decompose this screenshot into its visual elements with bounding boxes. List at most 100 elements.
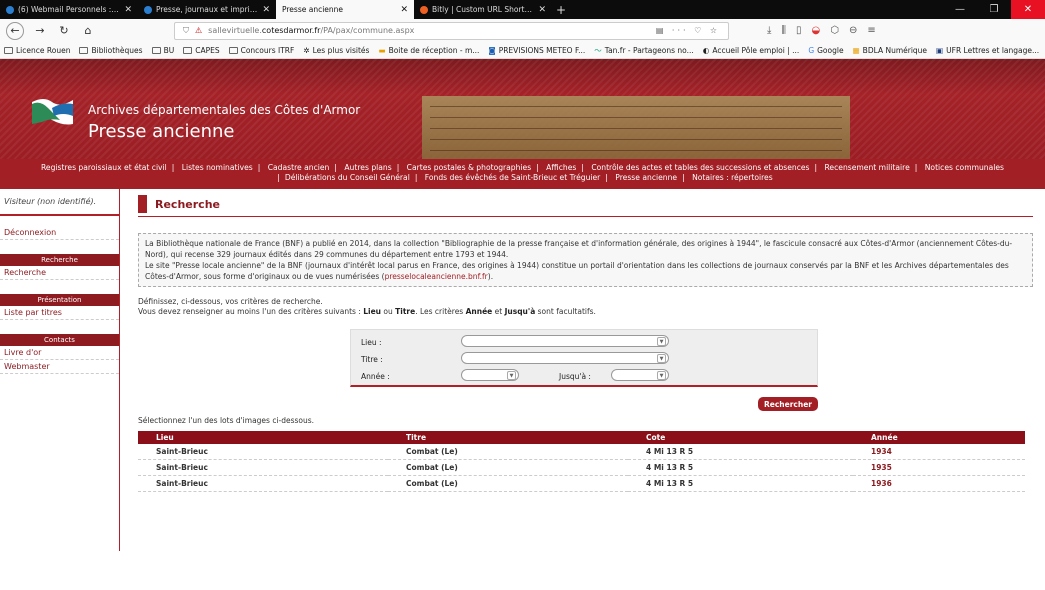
back-arrow-icon[interactable]: ← <box>6 21 24 40</box>
sidebar-heading-search: Recherche <box>0 254 119 266</box>
sidebar-logout-link[interactable]: Déconnexion <box>0 226 119 240</box>
cell-lieu: Saint-Brieuc <box>138 444 388 460</box>
titre-label: Titre : <box>361 355 383 364</box>
table-row[interactable]: Saint-Brieuc Combat (Le) 4 Mi 13 R 5 193… <box>138 475 1025 492</box>
annee-select[interactable]: ▼ <box>461 369 519 381</box>
bookmark-concours-itrf[interactable]: Concours ITRF <box>228 46 294 55</box>
nav-notices[interactable]: Notices communales <box>925 163 1004 172</box>
browser-tab-webmail[interactable]: (6) Webmail Personnels :: À lire ✕ <box>0 0 138 19</box>
annee-label: Année : <box>361 372 390 381</box>
folder-icon <box>79 46 89 54</box>
bookmark-licence-rouen[interactable]: Licence Rouen <box>4 46 70 55</box>
cell-annee-link[interactable]: 1936 <box>853 475 1025 492</box>
pocket-icon[interactable]: ◒ <box>812 25 821 36</box>
criteria-text: Définissez, ci-dessous, vos critères de … <box>138 297 1033 317</box>
sidebar-icon[interactable]: ▯ <box>796 25 802 36</box>
nav-cartes-postales[interactable]: Cartes postales & photographies <box>407 163 532 172</box>
close-tab-icon[interactable]: ✕ <box>538 5 546 15</box>
section-header: Recherche <box>138 195 1033 217</box>
bookmark-most-visited[interactable]: ✲ Les plus visités <box>303 46 369 55</box>
lieu-select[interactable]: ▼ <box>461 335 669 347</box>
maximize-icon[interactable]: ❐ <box>977 0 1011 19</box>
tab-title: Presse, journaux et imprimés num <box>156 5 258 14</box>
mail-icon: ▬ <box>378 45 386 55</box>
forward-arrow-icon[interactable]: → <box>32 24 48 37</box>
cell-cote: 4 Mi 13 R 5 <box>628 444 853 460</box>
nav-notaires[interactable]: Notaires : répertoires <box>692 173 773 182</box>
bookmark-inbox[interactable]: ▬ Boite de réception - m... <box>378 46 479 55</box>
table-header-row: Lieu Titre Cote Année <box>138 431 1025 444</box>
col-annee: Année <box>853 431 1025 444</box>
pole-emploi-icon: ◐ <box>702 45 710 55</box>
nav-fonds-eveches[interactable]: Fonds des évêchés de Saint-Brieuc et Tré… <box>425 173 601 182</box>
presse-favicon-icon <box>144 5 152 14</box>
cell-lieu: Saint-Brieuc <box>138 459 388 476</box>
nav-listes-nominatives[interactable]: Listes nominatives <box>182 163 253 172</box>
jusqua-select[interactable]: ▼ <box>611 369 669 381</box>
page-actions-icon[interactable]: ▤ ··· ♡ ☆ <box>656 26 720 35</box>
nav-controle-actes[interactable]: Contrôle des actes et tables des success… <box>591 163 809 172</box>
site-subtitle: Presse ancienne <box>88 121 235 142</box>
browser-tab-presse[interactable]: Presse, journaux et imprimés num ✕ <box>138 0 276 19</box>
titre-select[interactable]: ▼ <box>461 352 669 364</box>
window-controls: — ❐ ✕ <box>943 0 1045 19</box>
menu-icon[interactable]: ≡ <box>867 25 875 36</box>
browser-tab-bar: (6) Webmail Personnels :: À lire ✕ Press… <box>0 0 1045 19</box>
bdla-icon: ▦ <box>852 45 860 55</box>
bookmark-pole-emploi[interactable]: ◐ Accueil Pôle emploi | ... <box>703 46 800 55</box>
cell-lieu: Saint-Brieuc <box>138 475 388 492</box>
tan-icon: 〜 <box>594 45 602 55</box>
extension-icon[interactable]: ⬡ <box>830 25 839 36</box>
nav-recensement[interactable]: Recensement militaire <box>825 163 910 172</box>
bookmark-meteo[interactable]: ◙ PREVISIONS METEO F... <box>488 46 585 55</box>
bookmark-bibliotheques[interactable]: Bibliothèques <box>79 46 143 55</box>
reload-icon[interactable]: ↻ <box>56 24 72 37</box>
bookmark-capes[interactable]: CAPES <box>183 46 220 55</box>
info-paragraph-1: La Bibliothèque nationale de France (BNF… <box>145 239 1013 259</box>
chevron-down-icon: ▼ <box>507 371 516 380</box>
nav-cadastre[interactable]: Cadastre ancien <box>268 163 330 172</box>
new-tab-button[interactable]: + <box>552 0 570 19</box>
browser-tab-presse-ancienne[interactable]: Presse ancienne ✕ <box>276 0 414 19</box>
bookmarks-bar: Licence Rouen Bibliothèques BU CAPES Con… <box>0 42 1045 59</box>
bookmark-ufr[interactable]: ▣ UFR Lettres et langage... <box>936 46 1039 55</box>
nav-deliberations[interactable]: Délibérations du Conseil Général <box>285 173 410 182</box>
home-icon[interactable]: ⌂ <box>80 24 96 37</box>
search-button[interactable]: Rechercher <box>758 397 818 411</box>
browser-tab-bitly[interactable]: Bitly | Custom URL Shortener, Lin ✕ <box>414 0 552 19</box>
minimize-icon[interactable]: — <box>943 0 977 19</box>
cell-annee-link[interactable]: 1935 <box>853 459 1025 476</box>
sidebar-search-link[interactable]: Recherche <box>0 266 119 280</box>
table-row[interactable]: Saint-Brieuc Combat (Le) 4 Mi 13 R 5 193… <box>138 444 1025 460</box>
chevron-down-icon: ▼ <box>657 337 666 346</box>
sidebar: Visiteur (non identifié). Déconnexion Re… <box>0 189 120 551</box>
sidebar-webmaster-link[interactable]: Webmaster <box>0 360 119 374</box>
folder-icon <box>151 46 161 54</box>
close-tab-icon[interactable]: ✕ <box>400 5 408 15</box>
bookmark-google[interactable]: G Google <box>808 46 843 55</box>
ufr-icon: ▣ <box>936 45 944 55</box>
close-tab-icon[interactable]: ✕ <box>124 5 132 15</box>
sidebar-guestbook-link[interactable]: Livre d'or <box>0 346 119 360</box>
nav-registres[interactable]: Registres paroissiaux et état civil <box>41 163 167 172</box>
window-close-icon[interactable]: ✕ <box>1011 0 1045 19</box>
account-icon[interactable]: ⊖ <box>849 25 857 36</box>
sidebar-list-link[interactable]: Liste par titres <box>0 306 119 320</box>
nav-autres-plans[interactable]: Autres plans <box>344 163 391 172</box>
library-icon[interactable]: ⫼ <box>781 25 786 36</box>
bookmark-bdla[interactable]: ▦ BDLA Numérique <box>853 46 927 55</box>
download-icon[interactable]: ⤓ <box>767 25 771 36</box>
tab-title: (6) Webmail Personnels :: À lire <box>18 5 120 14</box>
url-text: sallevirtuelle.cotesdarmor.fr/PA/pax/com… <box>208 26 415 35</box>
bookmark-bu[interactable]: BU <box>151 46 174 55</box>
nav-presse-ancienne[interactable]: Presse ancienne <box>615 173 677 182</box>
nav-affiches[interactable]: Affiches <box>546 163 576 172</box>
bnf-link[interactable]: presselocaleancienne.bnf.fr <box>385 272 488 281</box>
bookmark-tan[interactable]: 〜 Tan.fr - Partageons no... <box>594 45 694 56</box>
archives-logo-icon[interactable] <box>30 94 75 129</box>
table-row[interactable]: Saint-Brieuc Combat (Le) 4 Mi 13 R 5 193… <box>138 459 1025 476</box>
close-tab-icon[interactable]: ✕ <box>262 5 270 15</box>
cell-annee-link[interactable]: 1934 <box>853 444 1025 460</box>
results-table: Lieu Titre Cote Année Saint-Brieuc Comba… <box>138 431 1025 492</box>
url-bar[interactable]: ⛉ ⚠ sallevirtuelle.cotesdarmor.fr/PA/pax… <box>174 21 729 40</box>
